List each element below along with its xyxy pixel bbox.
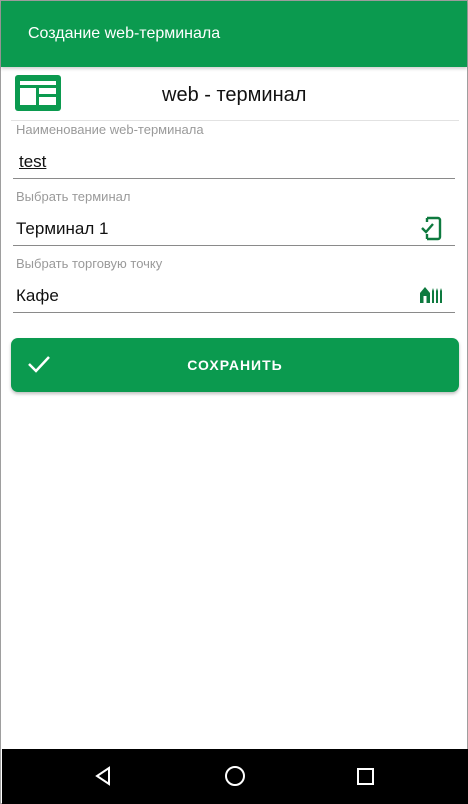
terminal-select-value[interactable]: Терминал 1: [16, 219, 108, 239]
back-icon[interactable]: [92, 765, 114, 792]
terminal-select-underline: [13, 245, 455, 246]
header-divider: [11, 120, 459, 121]
store-select-underline: [13, 312, 455, 313]
app-bar-title: Создание web-терминала: [28, 25, 221, 42]
store-select-label: Выбрать торговую точку: [16, 256, 163, 271]
recents-icon[interactable]: [356, 767, 376, 792]
store-select-value[interactable]: Кафе: [16, 286, 59, 306]
app-bar: Создание web-терминала: [1, 1, 467, 67]
terminal-select-label: Выбрать терминал: [16, 189, 131, 204]
web-terminal-icon: [15, 75, 61, 111]
terminal-name-label: Наименование web-терминала: [16, 122, 204, 137]
terminal-name-input[interactable]: test: [19, 152, 46, 172]
home-icon[interactable]: [223, 765, 247, 794]
save-button[interactable]: СОХРАНИТЬ: [11, 338, 459, 392]
app-screen: Создание web-терминала web - терминал На…: [0, 0, 468, 804]
form-title: web - терминал: [162, 84, 307, 106]
save-button-label: СОХРАНИТЬ: [187, 357, 283, 373]
system-nav-bar: [2, 749, 468, 804]
store-icon[interactable]: [419, 285, 445, 310]
phone-check-icon[interactable]: [419, 215, 443, 246]
form-header: web - терминал: [1, 67, 467, 121]
terminal-name-underline: [13, 178, 455, 179]
